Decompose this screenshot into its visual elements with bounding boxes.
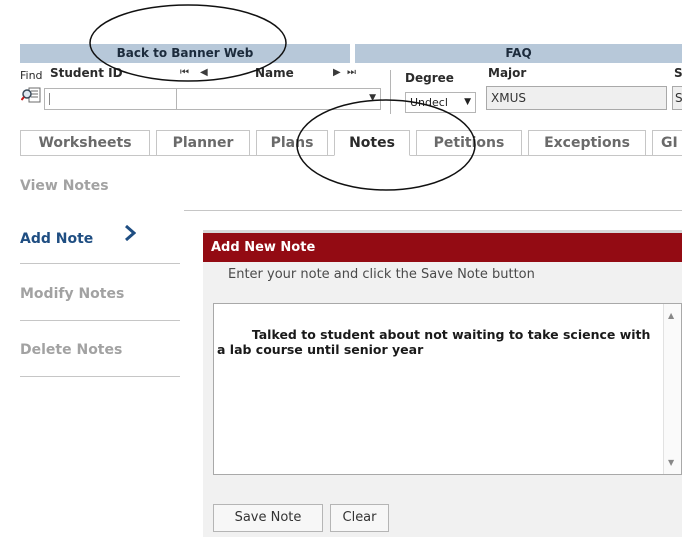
degree-label: Degree <box>405 71 454 85</box>
scroll-up-icon[interactable]: ▲ <box>668 308 674 323</box>
tab-exceptions[interactable]: Exceptions <box>528 130 646 156</box>
tab-planner[interactable]: Planner <box>156 130 250 156</box>
panel-title: Add New Note <box>203 230 682 262</box>
name-dropdown-arrow-icon[interactable]: ▼ <box>369 93 376 103</box>
first-record-icon[interactable]: ⏮ <box>180 67 189 79</box>
find-icon[interactable] <box>21 87 41 103</box>
student-search-bar: Find Student ID ⏮ ◀ Name ▶ ⏭ ▼ Degree Un… <box>20 66 682 118</box>
degreeworks-window: Back to Banner Web FAQ Find Student ID ⏮… <box>0 0 682 537</box>
side-item-view-notes[interactable]: View Notes <box>20 178 180 194</box>
side-item-add-note[interactable]: Add Note <box>20 231 180 247</box>
tab-petitions[interactable]: Petitions <box>416 130 522 156</box>
major-field: XMUS <box>486 86 667 110</box>
student-id-input[interactable] <box>44 88 186 110</box>
next-record-icon[interactable]: ▶ <box>333 67 341 79</box>
side-separator <box>20 263 180 264</box>
find-label: Find <box>20 69 43 82</box>
degree-dropdown-arrow-icon[interactable]: ▼ <box>464 93 471 112</box>
side-item-delete-notes[interactable]: Delete Notes <box>20 342 180 358</box>
side-separator <box>20 376 180 377</box>
previous-record-icon[interactable]: ◀ <box>200 67 208 79</box>
chevron-right-icon <box>125 225 136 241</box>
s-label: S <box>674 66 682 80</box>
text-caret <box>49 93 50 105</box>
panel-instruction: Enter your note and click the Save Note … <box>203 262 682 287</box>
save-note-button[interactable]: Save Note <box>213 504 323 532</box>
note-text: Talked to student about not waiting to t… <box>217 327 655 357</box>
side-item-modify-notes[interactable]: Modify Notes <box>20 286 180 302</box>
tab-notes[interactable]: Notes <box>334 130 410 156</box>
tab-gi[interactable]: GI <box>652 130 682 156</box>
last-record-icon[interactable]: ⏭ <box>347 67 356 79</box>
scroll-down-icon[interactable]: ▼ <box>668 455 674 470</box>
faq-link[interactable]: FAQ <box>355 44 682 63</box>
side-separator <box>20 320 180 321</box>
student-id-label: Student ID <box>50 66 123 80</box>
panel-body: Talked to student about not waiting to t… <box>203 287 682 537</box>
degree-select-value: Undecl <box>410 96 448 109</box>
search-divider <box>390 70 391 114</box>
content-divider <box>184 210 682 211</box>
tab-bar: Worksheets Planner Plans Notes Petitions… <box>20 130 682 156</box>
note-textarea[interactable]: Talked to student about not waiting to t… <box>213 303 682 475</box>
clear-button[interactable]: Clear <box>330 504 389 532</box>
add-note-panel: Add New Note Enter your note and click t… <box>203 230 682 537</box>
tab-worksheets[interactable]: Worksheets <box>20 130 150 156</box>
s-field: S <box>672 86 682 110</box>
degree-select[interactable]: Undecl ▼ <box>405 92 476 113</box>
name-label: Name <box>255 66 294 80</box>
note-scrollbar[interactable]: ▲ ▼ <box>663 304 681 474</box>
tab-plans[interactable]: Plans <box>256 130 328 156</box>
name-select[interactable]: ▼ <box>176 88 381 110</box>
major-label: Major <box>488 66 527 80</box>
top-nav-bar: Back to Banner Web FAQ <box>20 44 682 63</box>
back-to-banner-link[interactable]: Back to Banner Web <box>20 44 350 63</box>
